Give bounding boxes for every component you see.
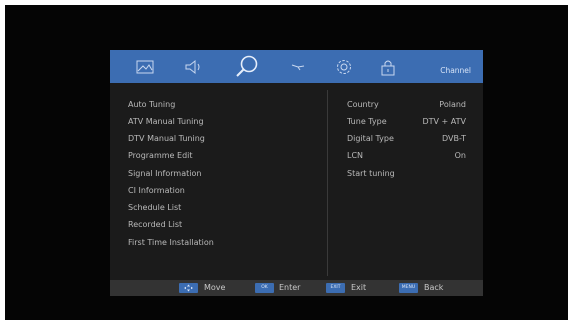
- setting-value-tune-type[interactable]: DTV + ATV: [422, 117, 466, 126]
- ok-key-icon: OK: [255, 283, 274, 293]
- menu-key-icon: MENU: [399, 283, 418, 293]
- picture-icon[interactable]: [134, 56, 156, 78]
- hint-enter: OK Enter: [255, 283, 310, 293]
- tv-screen: Channel Auto Tuning ATV Manual Tuning DT…: [5, 5, 568, 320]
- hint-move-label: Move: [204, 283, 226, 292]
- setting-value-lcn[interactable]: On: [455, 151, 466, 160]
- setting-label-digital-type[interactable]: Digital Type: [347, 134, 394, 143]
- menu-item-atv-manual-tuning[interactable]: ATV Manual Tuning: [128, 117, 204, 126]
- menu-item-signal-information[interactable]: Signal Information: [128, 169, 201, 178]
- move-key-icon: [179, 283, 198, 293]
- setting-value-country[interactable]: Poland: [439, 100, 466, 109]
- menu-item-programme-edit[interactable]: Programme Edit: [128, 151, 193, 160]
- hint-back-label: Back: [424, 283, 444, 292]
- setting-label-tune-type[interactable]: Tune Type: [347, 117, 387, 126]
- time-icon[interactable]: [287, 56, 309, 78]
- hint-exit-label: Exit: [351, 283, 367, 292]
- menu-category-title: Channel: [440, 66, 471, 75]
- menu-item-ci-information[interactable]: CI Information: [128, 186, 185, 195]
- hint-back: MENU Back: [399, 283, 449, 293]
- menu-item-dtv-manual-tuning[interactable]: DTV Manual Tuning: [128, 134, 205, 143]
- menu-item-recorded-list[interactable]: Recorded List: [128, 220, 182, 229]
- sound-icon[interactable]: [182, 56, 204, 78]
- menu-item-first-time-installation[interactable]: First Time Installation: [128, 238, 214, 247]
- menu-category-bar: Channel: [110, 50, 483, 83]
- hint-exit: EXIT Exit: [326, 283, 376, 293]
- osd-menu-panel: Channel Auto Tuning ATV Manual Tuning DT…: [110, 50, 483, 296]
- tuning-settings-panel: Country Poland Tune Type DTV + ATV Digit…: [328, 83, 483, 280]
- menu-item-auto-tuning[interactable]: Auto Tuning: [128, 100, 175, 109]
- setting-label-lcn[interactable]: LCN: [347, 151, 363, 160]
- key-hint-bar: Move OK Enter EXIT Exit MENU Back: [110, 280, 483, 296]
- menu-item-schedule-list[interactable]: Schedule List: [128, 203, 181, 212]
- setting-value-digital-type[interactable]: DVB-T: [442, 134, 466, 143]
- start-tuning-button[interactable]: Start tuning: [347, 169, 395, 178]
- setting-label-country[interactable]: Country: [347, 100, 379, 109]
- exit-key-icon: EXIT: [326, 283, 345, 293]
- hint-enter-label: Enter: [279, 283, 301, 292]
- hint-move: Move: [179, 283, 229, 293]
- search-icon[interactable]: [233, 53, 261, 81]
- lock-icon[interactable]: [377, 56, 399, 78]
- setup-icon[interactable]: [333, 56, 355, 78]
- channel-menu-list: Auto Tuning ATV Manual Tuning DTV Manual…: [110, 83, 327, 280]
